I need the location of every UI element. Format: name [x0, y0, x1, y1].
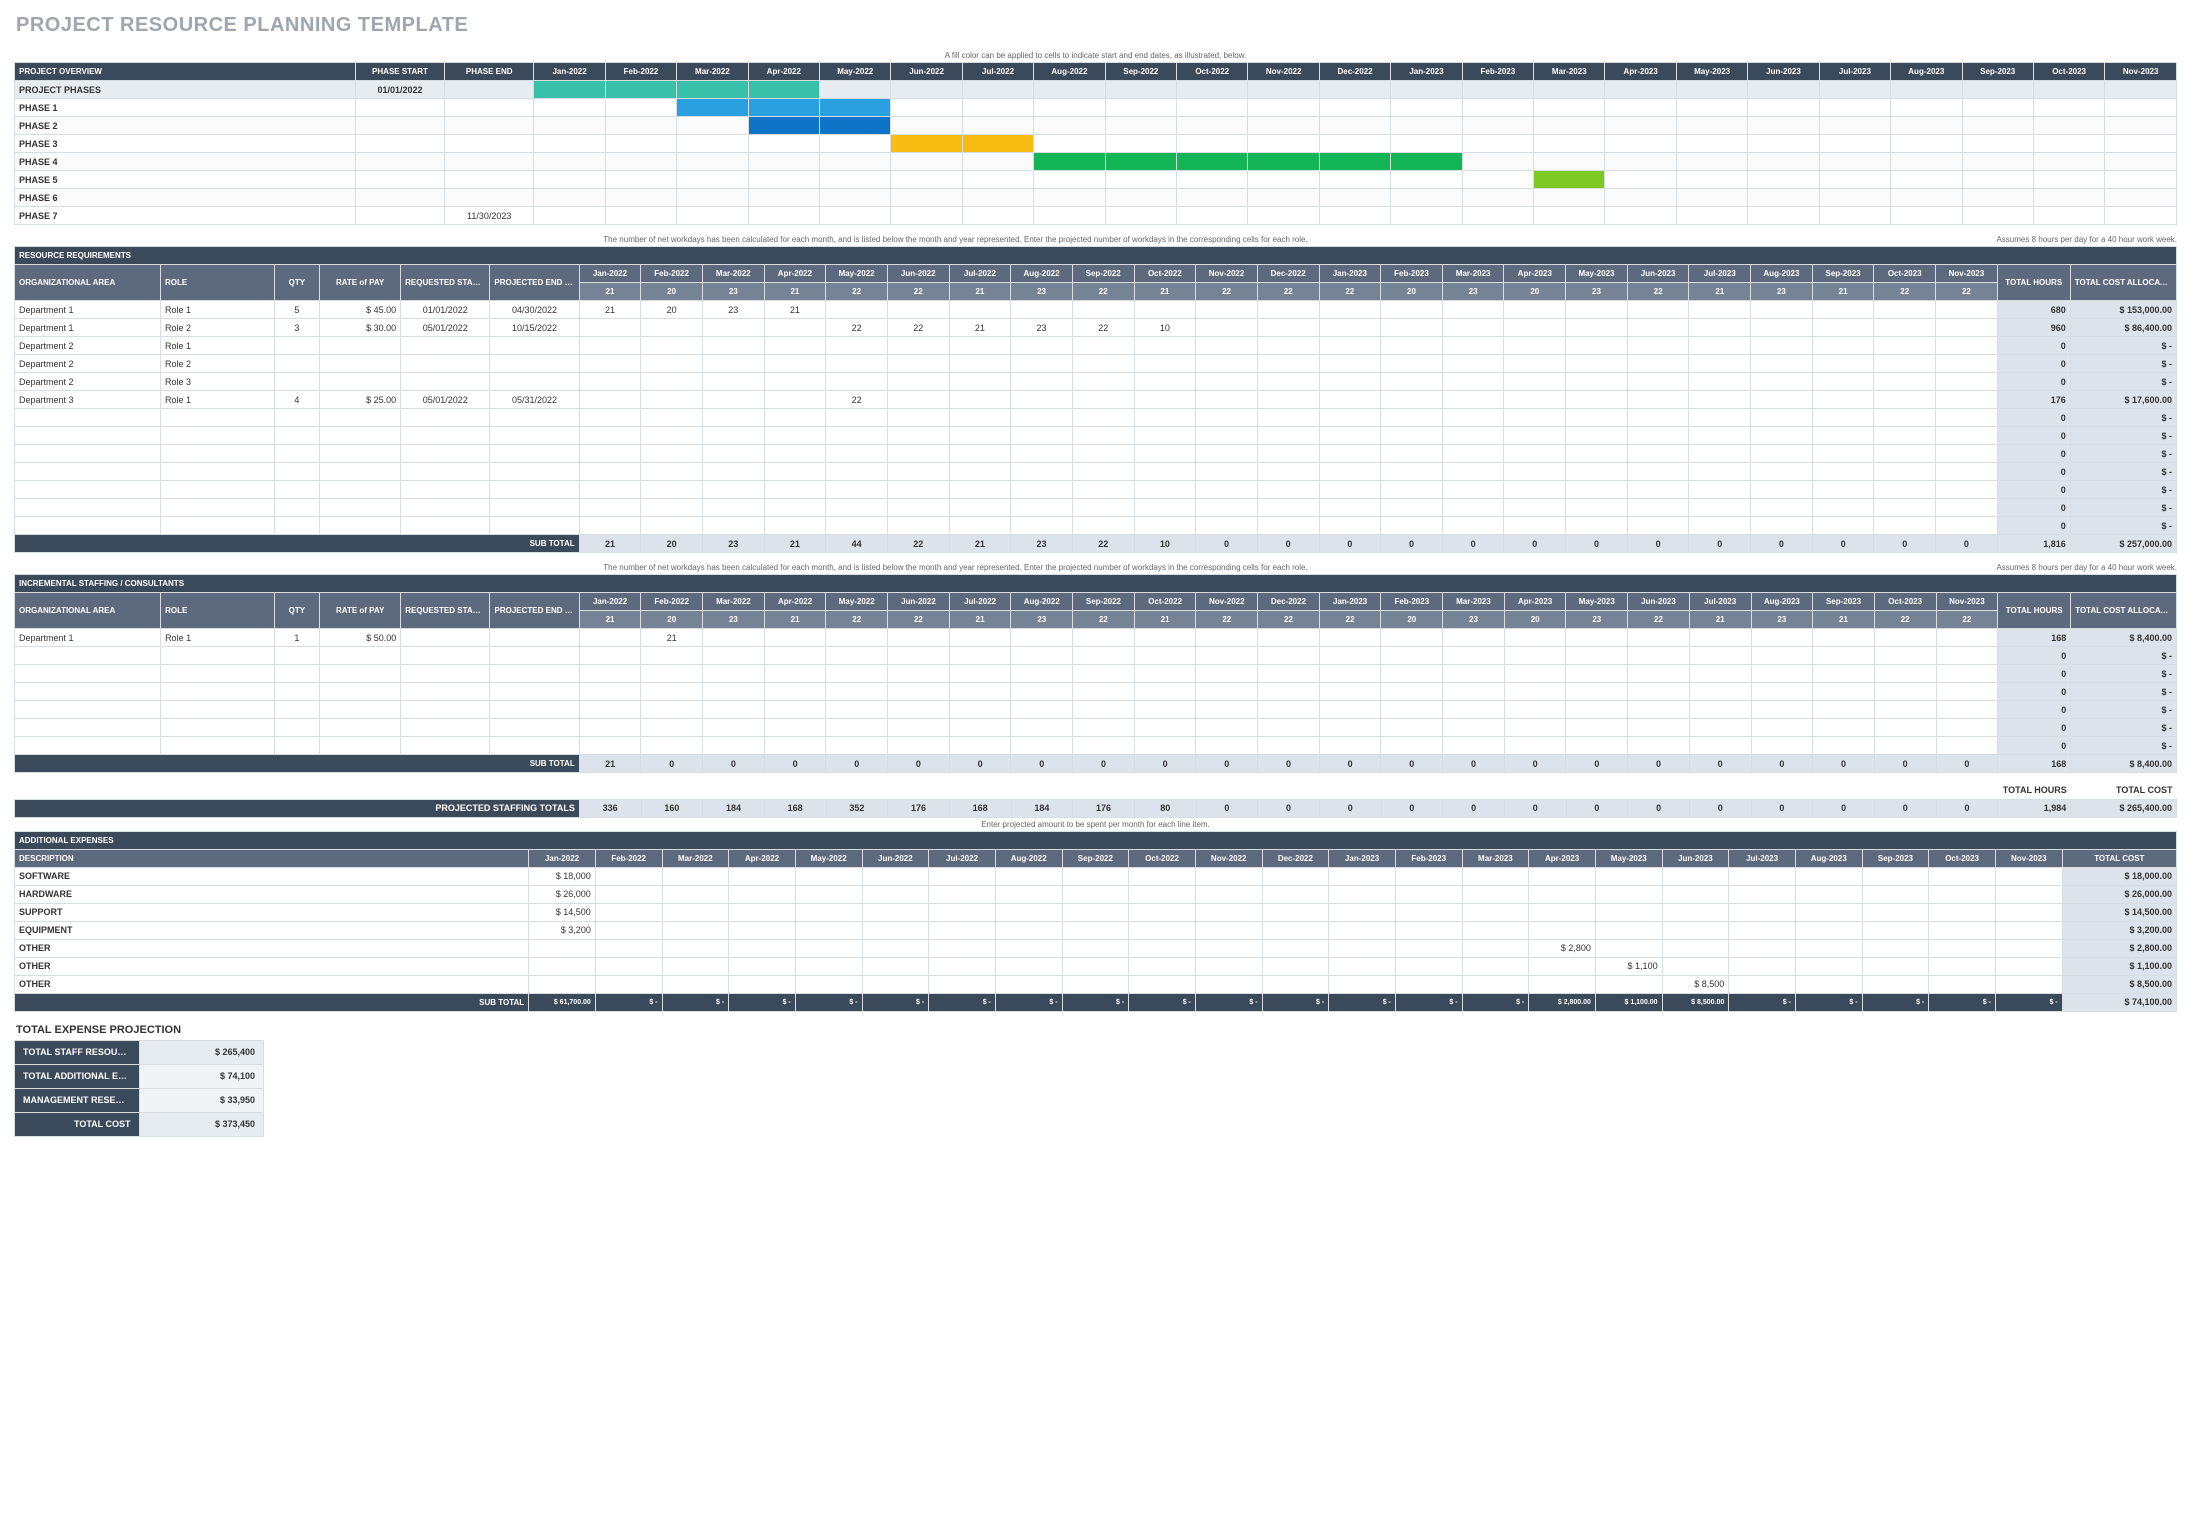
expenses-header: ADDITIONAL EXPENSES — [15, 831, 2177, 849]
incremental-table: INCREMENTAL STAFFING / CONSULTANTSORGANI… — [14, 574, 2177, 773]
page-title: PROJECT RESOURCE PLANNING TEMPLATE — [16, 14, 2177, 37]
summary-row: TOTAL COST$ 373,450 — [15, 1112, 264, 1136]
subtotal-label: SUB TOTAL — [15, 535, 580, 553]
resource-row: 0$ - — [15, 683, 2177, 701]
phase-label: PHASE 2 — [15, 117, 356, 135]
expense-row: OTHER$ 2,800$ 2,800.00 — [15, 939, 2177, 957]
section-header: INCREMENTAL STAFFING / CONSULTANTS — [15, 575, 2177, 593]
resource-row: Department 1Role 11$ 50.0021168$ 8,400.0… — [15, 629, 2177, 647]
expense-row: OTHER$ 8,500$ 8,500.00 — [15, 975, 2177, 993]
hint-resource: The number of net workdays has been calc… — [14, 235, 1897, 244]
phase-label: PHASE 7 — [15, 207, 356, 225]
resource-row: 0$ - — [15, 719, 2177, 737]
resource-row: 0$ - — [15, 665, 2177, 683]
phase-label: PHASE 3 — [15, 135, 356, 153]
resource-row: 0$ - — [15, 737, 2177, 755]
grand-totals: TOTAL HOURSTOTAL COSTPROJECTED STAFFING … — [14, 781, 2177, 818]
summary-row: MANAGEMENT RESERVE (10%)$ 33,950 — [15, 1088, 264, 1112]
phase-label: PHASE 1 — [15, 99, 356, 117]
resource-row: Department 2Role 20$ - — [15, 355, 2177, 373]
resource-row: 0$ - — [15, 427, 2177, 445]
hint-expense: Enter projected amount to be spent per m… — [14, 820, 2177, 829]
hint-gantt: A fill color can be applied to cells to … — [14, 51, 2177, 60]
subtotal-label: SUB TOTAL — [15, 755, 580, 773]
phase-label: PHASE 4 — [15, 153, 356, 171]
resource-row: Department 3Role 14$ 25.0005/01/202205/3… — [15, 391, 2177, 409]
expense-row: SOFTWARE$ 18,000$ 18,000.00 — [15, 867, 2177, 885]
summary-title: TOTAL EXPENSE PROJECTION — [16, 1024, 2177, 1036]
projected-totals-label: PROJECTED STAFFING TOTALS — [15, 799, 580, 817]
hint-resource2: The number of net workdays has been calc… — [14, 563, 1897, 572]
hint-assume: Assumes 8 hours per day for a 40 hour wo… — [1917, 235, 2177, 244]
resource-row: Department 2Role 10$ - — [15, 337, 2177, 355]
summary-table: TOTAL STAFF RESOURCE$ 265,400TOTAL ADDIT… — [14, 1040, 264, 1137]
resource-row: 0$ - — [15, 517, 2177, 535]
overview-header: PROJECT OVERVIEW — [15, 63, 356, 81]
summary-row: TOTAL ADDITIONAL EXPENSES$ 74,100 — [15, 1064, 264, 1088]
phase-label: PROJECT PHASES — [15, 81, 356, 99]
hint-assume2: Assumes 8 hours per day for a 40 hour wo… — [1917, 563, 2177, 572]
expense-row: SUPPORT$ 14,500$ 14,500.00 — [15, 903, 2177, 921]
overview-table: PROJECT OVERVIEWPHASE STARTPHASE ENDJan-… — [14, 62, 2177, 225]
resource-row: 0$ - — [15, 499, 2177, 517]
resource-row: Department 2Role 30$ - — [15, 373, 2177, 391]
expense-row: HARDWARE$ 26,000$ 26,000.00 — [15, 885, 2177, 903]
resource-row: 0$ - — [15, 481, 2177, 499]
section-header: RESOURCE REQUIREMENTS — [15, 247, 2177, 265]
expense-row: EQUIPMENT$ 3,200$ 3,200.00 — [15, 921, 2177, 939]
resource-row: Department 1Role 15$ 45.0001/01/202204/3… — [15, 301, 2177, 319]
resource-table: RESOURCE REQUIREMENTSORGANIZATIONAL AREA… — [14, 246, 2177, 553]
summary-row: TOTAL STAFF RESOURCE$ 265,400 — [15, 1040, 264, 1064]
resource-row: 0$ - — [15, 647, 2177, 665]
resource-row: Department 1Role 23$ 30.0005/01/202210/1… — [15, 319, 2177, 337]
resource-row: 0$ - — [15, 445, 2177, 463]
expenses-table: ADDITIONAL EXPENSESDESCRIPTIONJan-2022Fe… — [14, 831, 2177, 1012]
resource-row: 0$ - — [15, 701, 2177, 719]
expense-row: OTHER$ 1,100$ 1,100.00 — [15, 957, 2177, 975]
phase-label: PHASE 5 — [15, 171, 356, 189]
expense-subtotal-label: SUB TOTAL — [15, 993, 529, 1011]
phase-label: PHASE 6 — [15, 189, 356, 207]
resource-row: 0$ - — [15, 409, 2177, 427]
resource-row: 0$ - — [15, 463, 2177, 481]
